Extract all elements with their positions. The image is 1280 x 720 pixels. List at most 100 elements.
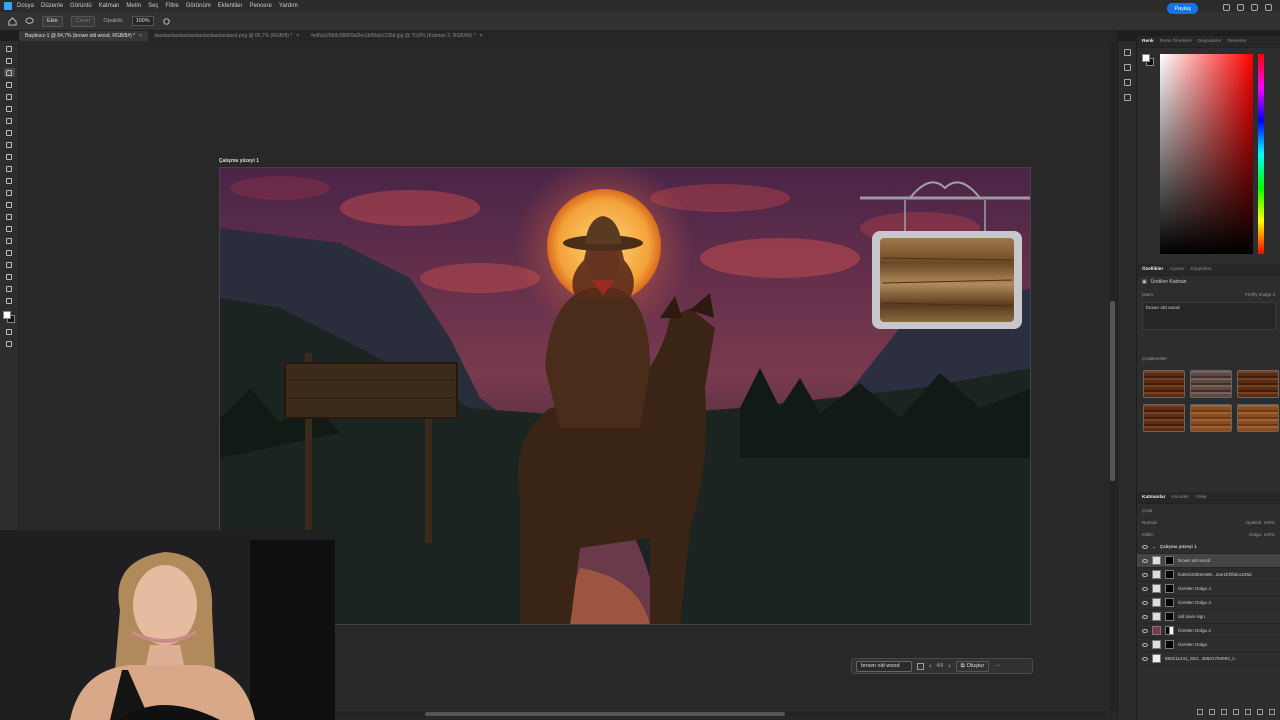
layer-row[interactable]: brown old wood (1137, 554, 1280, 568)
layer-row[interactable]: Üretilen Dolgu 2 (1137, 624, 1280, 638)
add-mask-icon[interactable] (1221, 709, 1227, 715)
add-mode-button[interactable]: Ekle (42, 15, 63, 27)
opacity-input[interactable]: 100% (131, 16, 154, 26)
layer-mask-thumbnail[interactable] (1165, 598, 1174, 607)
menu-image[interactable]: Görüntü (70, 3, 92, 9)
clone-stamp-tool-icon[interactable] (4, 152, 15, 161)
visibility-eye-icon[interactable] (1142, 544, 1148, 549)
tab-adjustments[interactable]: Ayarlar (1169, 267, 1184, 272)
delete-layer-icon[interactable] (1269, 709, 1275, 715)
gradient-tool-icon[interactable] (4, 188, 15, 197)
prompt-textarea[interactable]: brown old wood (1142, 302, 1276, 330)
menu-window[interactable]: Pencere (249, 3, 271, 9)
variation-thumb[interactable] (1237, 370, 1279, 398)
layer-mask-thumbnail[interactable] (1165, 626, 1174, 635)
zoom-tool-icon[interactable] (4, 284, 15, 293)
visibility-eye-icon[interactable] (1142, 586, 1148, 591)
layer-group-row[interactable]: ⌄ Çalışma yüzeyi 1 (1137, 540, 1280, 554)
next-variation-icon[interactable]: › (948, 663, 950, 670)
workspace-icon[interactable] (1251, 4, 1258, 11)
variation-thumb[interactable] (1190, 404, 1232, 432)
tab-paths[interactable]: Yollar (1195, 495, 1207, 500)
brush-tool-icon[interactable] (4, 140, 15, 149)
menu-layer[interactable]: Katman (99, 3, 120, 9)
model-selector[interactable]: Firefly Image 3 (1245, 292, 1275, 297)
visibility-eye-icon[interactable] (1142, 642, 1148, 647)
layer-row[interactable]: old town sign (1137, 610, 1280, 624)
layer-row[interactable]: Üretilen Dolgu 3 (1137, 596, 1280, 610)
menu-select[interactable]: Seç (148, 3, 158, 9)
new-group-icon[interactable] (1245, 709, 1251, 715)
prompt-input[interactable]: brown old wood (856, 660, 912, 672)
vertical-scrollbar[interactable] (1109, 41, 1116, 711)
close-icon[interactable]: × (296, 33, 299, 39)
adjustment-layer-icon[interactable] (1233, 709, 1239, 715)
menu-type[interactable]: Metin (126, 3, 141, 9)
menu-file[interactable]: Dosya (17, 3, 34, 9)
tab-document-1[interactable]: Başlıksız-1 @ 84,7% (brown old wood, RGB… (19, 31, 149, 41)
layer-row[interactable]: 569211241_823...36601764993_n (1137, 652, 1280, 666)
settings-gear-icon[interactable] (162, 17, 171, 26)
menu-filter[interactable]: Filtre (165, 3, 178, 9)
layer-row[interactable]: Üretilen Dolgu 4 (1137, 582, 1280, 596)
tab-patterns[interactable]: Desenler (1227, 39, 1246, 44)
artboard-label[interactable]: Çalışma yüzeyi 1 (219, 158, 259, 164)
subtract-mode-button[interactable]: Çıkart (70, 15, 96, 27)
screen-mode-icon[interactable] (4, 339, 15, 348)
visibility-eye-icon[interactable] (1142, 572, 1148, 577)
lasso-tool-icon[interactable] (3, 68, 15, 77)
more-options-icon[interactable]: ··· (994, 663, 1000, 669)
tab-document-2[interactable]: dasdasdasdasdasdasdasdasdasdasd.png @ 66… (148, 31, 305, 41)
layer-mask-thumbnail[interactable] (1165, 640, 1174, 649)
visibility-eye-icon[interactable] (1142, 600, 1148, 605)
fill-input[interactable]: 100% (1263, 532, 1275, 537)
quick-mask-icon[interactable] (4, 327, 15, 336)
tab-color[interactable]: Renk (1142, 39, 1154, 44)
more-tools-icon[interactable] (4, 296, 15, 305)
blur-tool-icon[interactable] (4, 200, 15, 209)
close-icon[interactable]: × (139, 33, 142, 39)
visibility-eye-icon[interactable] (1142, 628, 1148, 633)
tab-gradients[interactable]: Degradeler (1198, 39, 1222, 44)
crop-tool-icon[interactable] (4, 92, 15, 101)
type-tool-icon[interactable] (4, 236, 15, 245)
tab-channels[interactable]: Kanallar (1171, 495, 1189, 500)
pen-tool-icon[interactable] (4, 224, 15, 233)
search-icon[interactable] (1237, 4, 1244, 11)
menu-view[interactable]: Görünüm (186, 3, 211, 9)
eyedropper-tool-icon[interactable] (4, 116, 15, 125)
link-layers-icon[interactable] (1197, 709, 1203, 715)
photoshop-logo-icon[interactable] (4, 2, 12, 10)
layer-mask-thumbnail[interactable] (1165, 556, 1174, 565)
gallery-icon[interactable] (917, 662, 924, 670)
layer-row[interactable]: fed6cb28b9c586...3ae1bf0fab1236d (1137, 568, 1280, 582)
visibility-eye-icon[interactable] (1142, 614, 1148, 619)
notification-bell-icon[interactable] (1223, 4, 1230, 11)
path-select-tool-icon[interactable] (4, 248, 15, 257)
new-layer-icon[interactable] (1257, 709, 1263, 715)
close-icon[interactable]: × (480, 33, 483, 39)
hue-slider[interactable] (1258, 54, 1264, 254)
shape-tool-icon[interactable] (4, 260, 15, 269)
tab-properties[interactable]: Özellikler (1142, 267, 1163, 272)
variation-thumb[interactable] (1237, 404, 1279, 432)
previous-variation-icon[interactable]: ‹ (929, 663, 931, 670)
tab-libraries[interactable]: Kitaplıklar (1190, 267, 1211, 272)
blend-mode-dropdown[interactable]: Normal (1142, 520, 1157, 525)
document-canvas[interactable] (219, 167, 1031, 625)
generate-button[interactable]: ⧉ Oluştur (955, 660, 990, 672)
arrange-icon[interactable] (1265, 4, 1272, 11)
hand-tool-icon[interactable] (4, 272, 15, 281)
layer-mask-thumbnail[interactable] (1165, 612, 1174, 621)
layer-mask-thumbnail[interactable] (1165, 584, 1174, 593)
move-tool-icon[interactable] (4, 44, 15, 53)
history-icon[interactable] (1123, 49, 1131, 56)
color-swatches[interactable] (3, 311, 16, 324)
chevron-down-icon[interactable]: ⌄ (1152, 544, 1156, 550)
variation-thumb[interactable] (1143, 404, 1185, 432)
tools-settings-icon[interactable] (1123, 94, 1131, 101)
layer-row[interactable]: Üretilen Dolgu (1137, 638, 1280, 652)
quick-select-tool-icon[interactable] (4, 80, 15, 89)
share-button[interactable]: Paylaş (1167, 3, 1198, 14)
color-picker-field[interactable] (1160, 54, 1253, 254)
